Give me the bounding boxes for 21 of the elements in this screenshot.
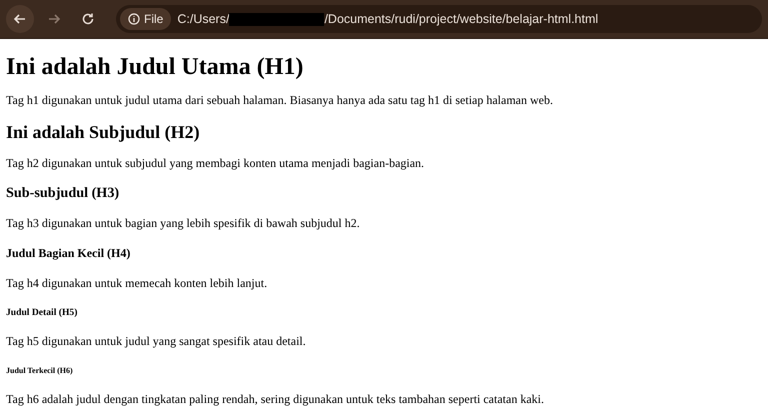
paragraph: Tag h2 digunakan untuk subjudul yang membagi konten utama menjadi bagian-bagian.: [6, 156, 426, 171]
url-text: /Documents/rudi/project/website/belajar-html.html: [324, 12, 598, 26]
paragraph: Tag h6 adalah judul dengan tingkatan paling rendah, sering digunakan untuk teks tambahan seperti catatan kaki.: [6, 392, 545, 407]
info-icon: [128, 13, 140, 25]
heading: Judul Terkecil (H6): [6, 366, 74, 375]
paragraph: Tag h4 digunakan untuk memecah konten lebih lanjut.: [6, 276, 268, 291]
forward-arrow-icon: [47, 12, 61, 26]
url-text: C:/Users/: [177, 12, 230, 26]
back-arrow-icon: [13, 12, 27, 26]
paragraph: Tag h3 digunakan untuk bagian yang lebih spesifik di bawah subjudul h2.: [6, 216, 361, 231]
paragraph: Tag h5 digunakan untuk judul yang sangat spesifik atau detail.: [6, 334, 307, 349]
site-info-button[interactable]: File: [120, 8, 172, 30]
heading: Judul Bagian Kecil (H4): [6, 246, 132, 261]
back-button[interactable]: [6, 5, 34, 33]
reload-icon: [81, 12, 95, 26]
subheading: Ini adalah Subjudul (H2): [6, 122, 201, 143]
address-bar[interactable]: File C:/Users/ /Documents/rudi/project/website/belajar-html.html: [116, 5, 762, 33]
heading: Judul Detail (H5): [6, 307, 78, 318]
main-heading: Ini adalah Judul Utama (H1): [6, 54, 304, 81]
paragraph: Tag h1 digunakan untuk judul utama dari sebuah halaman. Biasanya hanya ada satu tag h1 di setiap halaman web.: [6, 93, 554, 108]
heading: Sub-subjudul (H3): [6, 185, 120, 202]
